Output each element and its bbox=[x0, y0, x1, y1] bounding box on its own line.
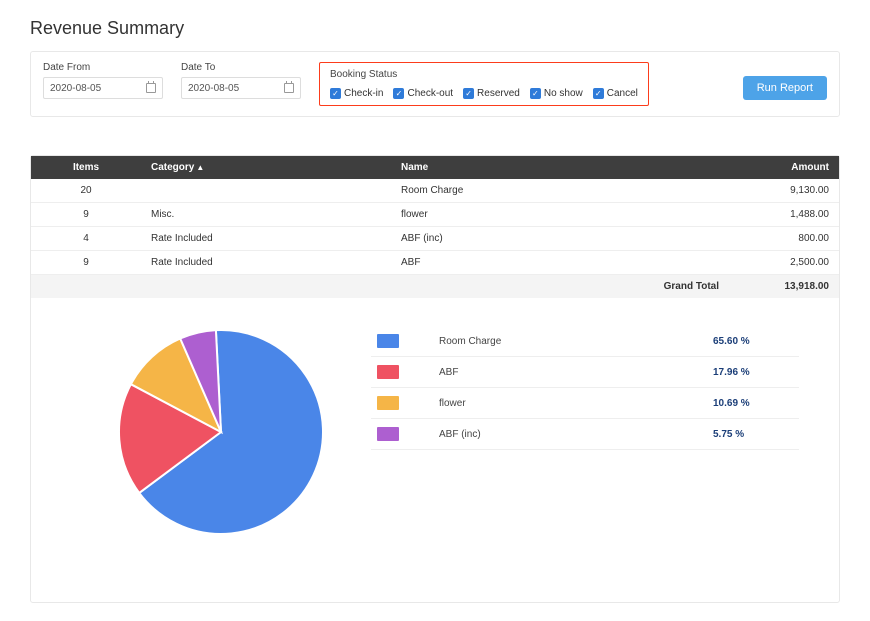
legend-row: ABF17.96 % bbox=[371, 357, 799, 388]
status-checkbox[interactable]: ✓Reserved bbox=[463, 88, 520, 99]
report-panel: Items Category▲ Name Amount 20 Room Charg… bbox=[30, 155, 840, 603]
date-to-value: 2020-08-05 bbox=[188, 83, 239, 94]
legend-name: ABF (inc) bbox=[439, 429, 713, 440]
calendar-icon bbox=[284, 83, 294, 93]
cell-category bbox=[141, 179, 391, 203]
date-to-group: Date To 2020-08-05 bbox=[181, 62, 301, 99]
cell-category: Rate Included bbox=[141, 251, 391, 275]
status-checkbox-label: No show bbox=[544, 88, 583, 99]
col-items[interactable]: Items bbox=[31, 156, 141, 179]
cell-items: 4 bbox=[31, 227, 141, 251]
checkbox-icon: ✓ bbox=[463, 88, 474, 99]
col-amount[interactable]: Amount bbox=[729, 156, 839, 179]
run-report-button[interactable]: Run Report bbox=[743, 76, 827, 100]
cell-name: Room Charge bbox=[391, 179, 729, 203]
cell-amount: 800.00 bbox=[729, 227, 839, 251]
legend-swatch bbox=[377, 365, 399, 379]
status-checkbox[interactable]: ✓No show bbox=[530, 88, 583, 99]
table-row: 9Rate IncludedABF2,500.00 bbox=[31, 251, 839, 275]
legend-row: flower10.69 % bbox=[371, 388, 799, 419]
legend-row: Room Charge65.60 % bbox=[371, 326, 799, 357]
grand-total-amount: 13,918.00 bbox=[729, 275, 839, 299]
col-name[interactable]: Name bbox=[391, 156, 729, 179]
grand-total-label: Grand Total bbox=[31, 275, 729, 299]
status-checkbox-label: Reserved bbox=[477, 88, 520, 99]
checkbox-icon: ✓ bbox=[393, 88, 404, 99]
booking-status-label: Booking Status bbox=[330, 69, 638, 80]
date-from-group: Date From 2020-08-05 bbox=[43, 62, 163, 99]
cell-amount: 2,500.00 bbox=[729, 251, 839, 275]
calendar-icon bbox=[146, 83, 156, 93]
cell-name: ABF bbox=[391, 251, 729, 275]
checkbox-icon: ✓ bbox=[330, 88, 341, 99]
pie-chart bbox=[111, 322, 331, 542]
cell-name: flower bbox=[391, 203, 729, 227]
legend-percent: 10.69 % bbox=[713, 398, 793, 409]
status-checkbox[interactable]: ✓Cancel bbox=[593, 88, 638, 99]
status-checkbox-label: Check-in bbox=[344, 88, 383, 99]
table-row: 20 Room Charge9,130.00 bbox=[31, 179, 839, 203]
legend-percent: 17.96 % bbox=[713, 367, 793, 378]
date-from-label: Date From bbox=[43, 62, 163, 73]
col-category-label: Category bbox=[151, 162, 194, 173]
table-row: 9Misc.flower1,488.00 bbox=[31, 203, 839, 227]
cell-name: ABF (inc) bbox=[391, 227, 729, 251]
chart-legend: Room Charge65.60 %ABF17.96 %flower10.69 … bbox=[371, 326, 799, 450]
table-row: 4Rate IncludedABF (inc)800.00 bbox=[31, 227, 839, 251]
legend-swatch bbox=[377, 396, 399, 410]
cell-amount: 1,488.00 bbox=[729, 203, 839, 227]
status-checkbox[interactable]: ✓Check-in bbox=[330, 88, 383, 99]
status-checkbox-label: Cancel bbox=[607, 88, 638, 99]
cell-items: 20 bbox=[31, 179, 141, 203]
legend-row: ABF (inc)5.75 % bbox=[371, 419, 799, 450]
checkbox-icon: ✓ bbox=[530, 88, 541, 99]
legend-name: ABF bbox=[439, 367, 713, 378]
col-category[interactable]: Category▲ bbox=[141, 156, 391, 179]
legend-swatch bbox=[377, 334, 399, 348]
legend-swatch bbox=[377, 427, 399, 441]
date-to-label: Date To bbox=[181, 62, 301, 73]
checkbox-icon: ✓ bbox=[593, 88, 604, 99]
page-title: Revenue Summary bbox=[30, 18, 840, 39]
date-from-input[interactable]: 2020-08-05 bbox=[43, 77, 163, 99]
legend-percent: 65.60 % bbox=[713, 336, 793, 347]
cell-amount: 9,130.00 bbox=[729, 179, 839, 203]
legend-name: Room Charge bbox=[439, 336, 713, 347]
status-checkbox-label: Check-out bbox=[407, 88, 453, 99]
status-checkbox[interactable]: ✓Check-out bbox=[393, 88, 453, 99]
booking-status-group: Booking Status ✓Check-in✓Check-out✓Reser… bbox=[319, 62, 649, 106]
cell-items: 9 bbox=[31, 203, 141, 227]
cell-items: 9 bbox=[31, 251, 141, 275]
cell-category: Misc. bbox=[141, 203, 391, 227]
cell-category: Rate Included bbox=[141, 227, 391, 251]
legend-name: flower bbox=[439, 398, 713, 409]
date-to-input[interactable]: 2020-08-05 bbox=[181, 77, 301, 99]
revenue-table: Items Category▲ Name Amount 20 Room Charg… bbox=[31, 156, 839, 298]
legend-percent: 5.75 % bbox=[713, 429, 793, 440]
filter-panel: Date From 2020-08-05 Date To 2020-08-05 … bbox=[30, 51, 840, 117]
sort-asc-icon: ▲ bbox=[196, 163, 204, 172]
date-from-value: 2020-08-05 bbox=[50, 83, 101, 94]
